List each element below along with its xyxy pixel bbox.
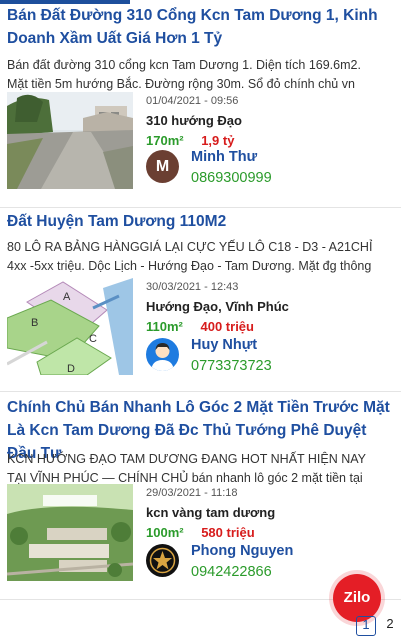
user-silhouette-icon (151, 343, 174, 371)
agent-phone[interactable]: 0942422866 (191, 563, 272, 581)
map-label-d: D (67, 363, 75, 375)
area: 100m² (146, 525, 184, 540)
map-label-a: A (63, 291, 71, 303)
agent-info[interactable]: Phong Nguyen 0942422866 (146, 542, 386, 581)
listing-description: 80 LÔ RA BẢNG HÀNGGIÁ LẠI CỰC YẾU LÔ C18… (7, 240, 373, 273)
area: 170m² (146, 133, 184, 148)
listing-thumbnail[interactable]: A B C D (7, 278, 133, 375)
agent-info[interactable]: Huy Nhựt 0773373723 (146, 336, 386, 375)
price: 400 triệu (200, 319, 254, 334)
listing-meta: 01/04/2021 - 09:56 310 hướng Đạo 170m² 1… (146, 94, 242, 149)
price: 580 triệu (201, 525, 255, 540)
listing-description: KCN HƯỚNG ĐẠO TAM DƯƠNG ĐANG HOT NHẤT HI… (7, 452, 366, 485)
listing-title[interactable]: Bán Đất Đường 310 Cổng Kcn Tam Dương 1, … (7, 4, 393, 50)
agent-name[interactable]: Huy Nhựt (191, 336, 257, 354)
listing-card[interactable]: Chính Chủ Bán Nhanh Lô Góc 2 Mặt Tiền Tr… (0, 392, 401, 600)
price: 1,9 tỷ (201, 133, 235, 148)
page-next[interactable]: 2 (382, 616, 398, 632)
zalo-chat-button[interactable]: Zilo (333, 574, 381, 622)
map-label-c: C (89, 333, 97, 345)
listing-description: Bán đất đường 310 cổng kcn Tam Dương 1. … (7, 58, 361, 91)
location: kcn vàng tam dương (146, 505, 276, 520)
listing-card[interactable]: Bán Đất Đường 310 Cổng Kcn Tam Dương 1, … (0, 0, 401, 208)
listing-card[interactable]: Đất Huyện Tam Dương 110M2 80 LÔ RA BẢNG … (0, 208, 401, 392)
logo-emblem-icon (149, 547, 176, 574)
agent-phone[interactable]: 0773373723 (191, 357, 272, 375)
listing-meta: 29/03/2021 - 11:18 kcn vàng tam dương 10… (146, 486, 275, 541)
page-current[interactable]: 1 (356, 616, 376, 636)
listing-thumbnail[interactable] (7, 484, 133, 581)
post-date: 01/04/2021 - 09:56 (146, 95, 239, 107)
agent-info[interactable]: M Minh Thư 0869300999 (146, 148, 386, 187)
location: 310 hướng Đạo (146, 113, 242, 128)
listing-thumbnail[interactable] (7, 92, 133, 189)
map-label-b: B (31, 317, 38, 329)
area: 110m² (146, 319, 183, 334)
avatar (146, 338, 179, 371)
listing-title[interactable]: Đất Huyện Tam Dương 110M2 (7, 210, 393, 233)
post-date: 30/03/2021 - 12:43 (146, 281, 239, 293)
post-date: 29/03/2021 - 11:18 (146, 487, 238, 499)
avatar (146, 544, 179, 577)
agent-name[interactable]: Minh Thư (191, 148, 257, 166)
avatar: M (146, 150, 179, 183)
avatar-initial: M (155, 158, 170, 175)
agent-phone[interactable]: 0869300999 (191, 169, 272, 187)
location: Hướng Đạo, Vĩnh Phúc (146, 299, 289, 314)
agent-name[interactable]: Phong Nguyen (191, 542, 293, 560)
listing-meta: 30/03/2021 - 12:43 Hướng Đạo, Vĩnh Phúc … (146, 280, 289, 335)
